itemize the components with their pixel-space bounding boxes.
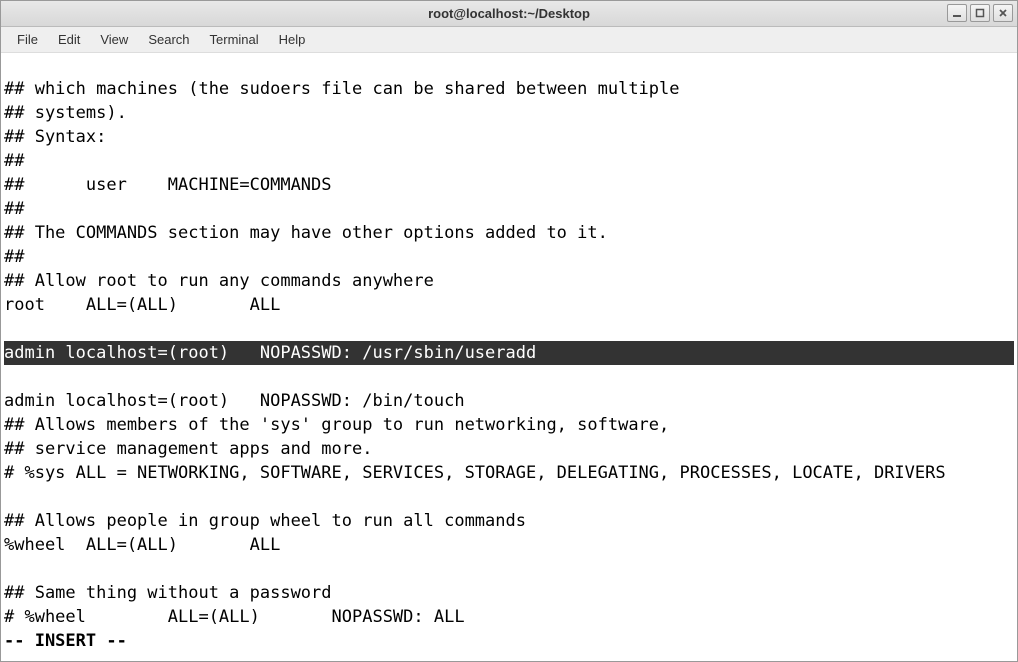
terminal-line: ## — [4, 199, 24, 219]
terminal-line: ## Allows people in group wheel to run a… — [4, 511, 526, 531]
minimize-button[interactable] — [947, 4, 967, 22]
terminal-line: ## — [4, 151, 24, 171]
terminal-line: # %sys ALL = NETWORKING, SOFTWARE, SERVI… — [4, 463, 946, 483]
terminal-line: ## Allows members of the 'sys' group to … — [4, 415, 669, 435]
menu-edit[interactable]: Edit — [48, 28, 90, 51]
terminal-line: ## systems). — [4, 103, 127, 123]
menu-view[interactable]: View — [90, 28, 138, 51]
terminal-line: %wheel ALL=(ALL) ALL — [4, 535, 280, 555]
terminal-line: ## Allow root to run any commands anywhe… — [4, 271, 434, 291]
terminal-line: ## Same thing without a password — [4, 583, 332, 603]
maximize-button[interactable] — [970, 4, 990, 22]
vim-status-line: -- INSERT -- — [4, 631, 127, 651]
window-titlebar: root@localhost:~/Desktop — [1, 1, 1017, 27]
close-icon — [998, 8, 1008, 18]
menu-search[interactable]: Search — [138, 28, 199, 51]
terminal-line: ## — [4, 247, 24, 267]
terminal-line: admin localhost=(root) NOPASSWD: /bin/to… — [4, 391, 465, 411]
terminal-line: root ALL=(ALL) ALL — [4, 295, 280, 315]
terminal-content[interactable]: ## which machines (the sudoers file can … — [1, 53, 1017, 661]
terminal-line: # %wheel ALL=(ALL) NOPASSWD: ALL — [4, 607, 465, 627]
minimize-icon — [952, 8, 962, 18]
menu-help[interactable]: Help — [269, 28, 316, 51]
maximize-icon — [975, 8, 985, 18]
terminal-line: ## which machines (the sudoers file can … — [4, 79, 680, 99]
terminal-line: ## service management apps and more. — [4, 439, 372, 459]
window-title: root@localhost:~/Desktop — [428, 6, 590, 21]
terminal-line: ## The COMMANDS section may have other o… — [4, 223, 608, 243]
terminal-line-highlighted: admin localhost=(root) NOPASSWD: /usr/sb… — [4, 341, 1014, 365]
terminal-line: ## Syntax: — [4, 127, 106, 147]
terminal-window: root@localhost:~/Desktop File Edit View … — [0, 0, 1018, 662]
menu-terminal[interactable]: Terminal — [200, 28, 269, 51]
menubar: File Edit View Search Terminal Help — [1, 27, 1017, 53]
close-button[interactable] — [993, 4, 1013, 22]
terminal-line: ## user MACHINE=COMMANDS — [4, 175, 332, 195]
menu-file[interactable]: File — [7, 28, 48, 51]
window-controls — [947, 4, 1013, 22]
